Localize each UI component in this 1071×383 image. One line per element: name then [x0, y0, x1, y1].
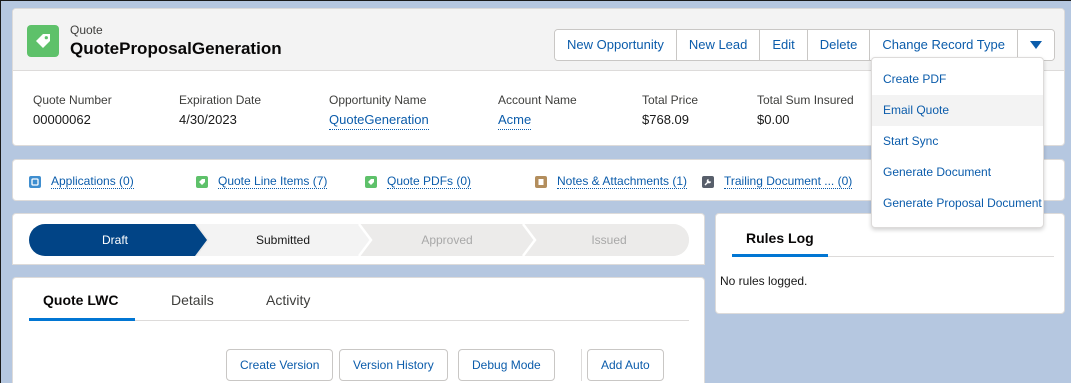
- notes-icon: [535, 175, 547, 188]
- application-icon: [29, 175, 41, 188]
- account-link[interactable]: Acme: [498, 112, 532, 130]
- field-label: Expiration Date: [179, 93, 262, 107]
- field-value: 4/30/2023: [179, 112, 237, 127]
- rules-log-empty-message: No rules logged.: [720, 274, 808, 288]
- path-stage-approved[interactable]: Approved: [365, 224, 529, 256]
- debug-mode-button[interactable]: Debug Mode: [458, 349, 555, 381]
- related-link-label: Quote PDFs (0): [387, 174, 472, 189]
- tab-quote-lwc[interactable]: Quote LWC: [43, 292, 118, 320]
- field-opportunity-name: Opportunity Name QuoteGeneration: [329, 93, 429, 130]
- path-stage-issued[interactable]: Issued: [529, 224, 689, 256]
- button-separator: [581, 349, 582, 381]
- field-label: Total Sum Insured: [757, 93, 854, 107]
- record-title: QuoteProposalGeneration: [70, 39, 282, 58]
- edit-button[interactable]: Edit: [760, 30, 808, 60]
- new-lead-button[interactable]: New Lead: [676, 30, 761, 60]
- related-link-trailing-document[interactable]: Trailing Document ... (0): [702, 174, 853, 189]
- menu-item-email-quote[interactable]: Email Quote: [872, 95, 1043, 126]
- field-label: Account Name: [498, 93, 577, 107]
- more-actions-button[interactable]: [1017, 30, 1054, 60]
- quote-object-icon: [27, 25, 59, 57]
- menu-item-generate-proposal-document[interactable]: Generate Proposal Document: [872, 188, 1043, 219]
- related-link-label: Notes & Attachments (1): [557, 174, 688, 189]
- related-link-label: Quote Line Items (7): [218, 174, 328, 189]
- chevron-down-icon: [1029, 41, 1042, 49]
- tab-activity[interactable]: Activity: [266, 292, 310, 320]
- rules-log-title[interactable]: Rules Log: [746, 230, 814, 246]
- quote-icon: [365, 175, 377, 188]
- add-auto-button[interactable]: Add Auto: [587, 349, 664, 381]
- field-label: Quote Number: [33, 93, 112, 107]
- field-value: $768.09: [642, 112, 689, 127]
- field-value: 00000062: [33, 112, 91, 127]
- path-stage-draft[interactable]: Draft: [29, 224, 201, 256]
- menu-item-create-pdf[interactable]: Create PDF: [872, 64, 1043, 95]
- version-history-button[interactable]: Version History: [339, 349, 448, 381]
- delete-button[interactable]: Delete: [807, 30, 871, 60]
- stage-path: Draft Submitted Approved Issued: [29, 224, 689, 256]
- more-actions-menu: Create PDF Email Quote Start Sync Genera…: [871, 57, 1044, 228]
- related-link-quote-line-items[interactable]: Quote Line Items (7): [196, 174, 328, 189]
- field-expiration-date: Expiration Date 4/30/2023: [179, 93, 261, 127]
- change-record-type-button[interactable]: Change Record Type: [870, 30, 1018, 60]
- field-value: $0.00: [757, 112, 790, 127]
- related-link-label: Applications (0): [51, 174, 134, 189]
- related-link-quote-pdfs[interactable]: Quote PDFs (0): [365, 174, 472, 189]
- field-quote-number: Quote Number 00000062: [33, 93, 112, 127]
- active-tab-indicator: [29, 318, 135, 321]
- related-link-notes-attachments[interactable]: Notes & Attachments (1): [535, 174, 688, 189]
- page-background: Quote QuoteProposalGeneration New Opport…: [0, 0, 1071, 383]
- menu-item-generate-document[interactable]: Generate Document: [872, 157, 1043, 188]
- related-link-label: Trailing Document ... (0): [724, 174, 853, 189]
- field-label: Total Price: [642, 93, 699, 107]
- related-link-applications[interactable]: Applications (0): [29, 174, 134, 189]
- rules-log-tab-indicator: [732, 254, 828, 257]
- field-account-name: Account Name Acme: [498, 93, 577, 130]
- opportunity-link[interactable]: QuoteGeneration: [329, 112, 429, 130]
- new-opportunity-button[interactable]: New Opportunity: [555, 30, 677, 60]
- object-type-label: Quote: [70, 23, 103, 37]
- path-card: Draft Submitted Approved Issued: [12, 213, 705, 265]
- field-label: Opportunity Name: [329, 93, 427, 107]
- path-stage-submitted[interactable]: Submitted: [201, 224, 365, 256]
- tab-details[interactable]: Details: [171, 292, 214, 320]
- rules-log-card: Rules Log No rules logged.: [715, 213, 1065, 314]
- menu-item-start-sync[interactable]: Start Sync: [872, 126, 1043, 157]
- create-version-button[interactable]: Create Version: [226, 349, 334, 381]
- quote-icon: [196, 175, 208, 188]
- record-tabs-card: Quote LWC Details Activity Create Versio…: [12, 277, 705, 383]
- field-total-price: Total Price $768.09: [642, 93, 698, 127]
- field-total-sum-insured: Total Sum Insured $0.00: [757, 93, 854, 127]
- wrench-icon: [702, 175, 714, 188]
